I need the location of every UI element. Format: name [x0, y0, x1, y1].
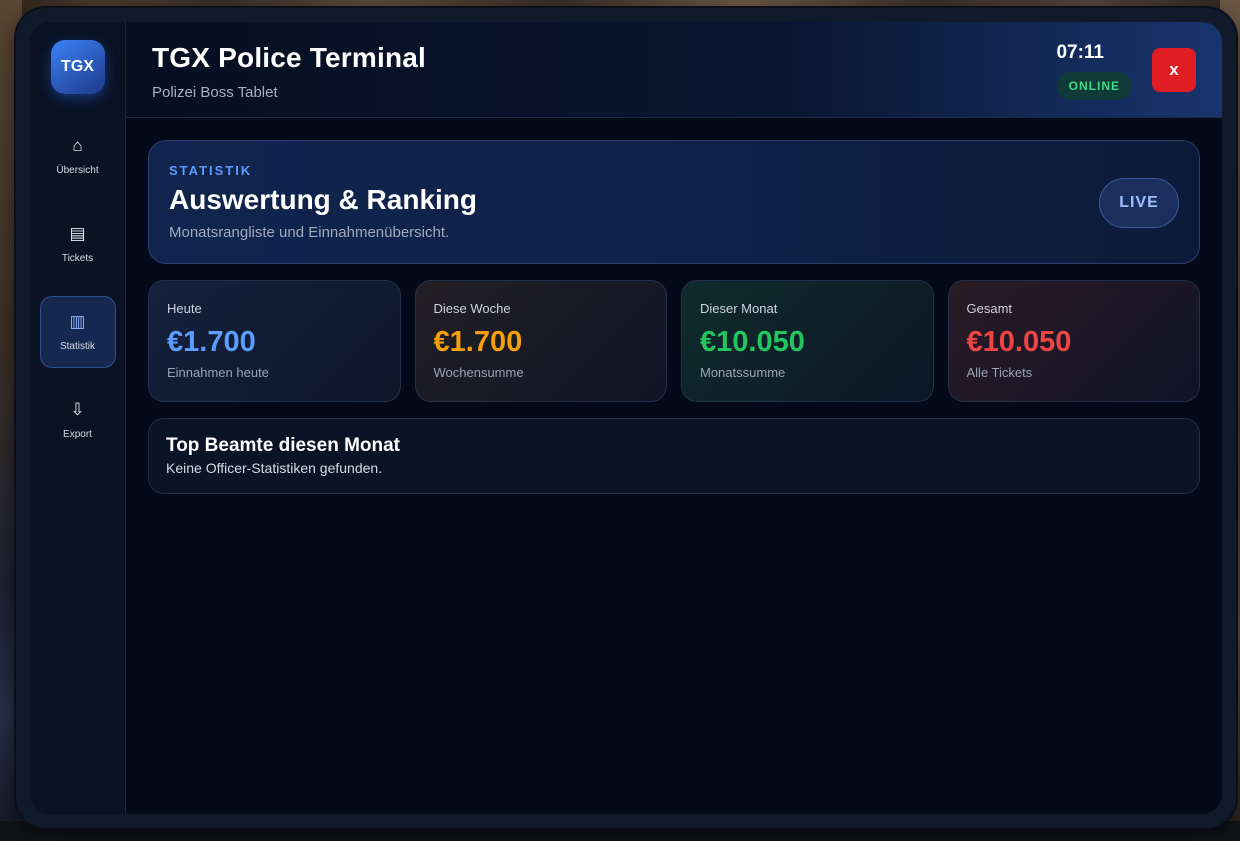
stat-value: €10.050 — [966, 326, 1072, 358]
stat-value: €10.050 — [700, 326, 805, 358]
close-button[interactable]: x — [1152, 48, 1196, 92]
sidebar-item-label: Statistik — [59, 340, 95, 352]
header: TGX Police Terminal Polizei Boss Tablet … — [126, 22, 1222, 118]
main-area: TGX Police Terminal Polizei Boss Tablet … — [126, 22, 1222, 814]
stat-value: €1.700 — [433, 326, 523, 358]
sidebar-item-export[interactable]: ⇩ Export — [40, 384, 116, 456]
stat-card-week: Diese Woche €1.700 Wochensumme — [414, 280, 667, 402]
live-badge: LIVE — [1099, 178, 1179, 228]
ranking-title: Top Beamte diesen Monat — [166, 435, 401, 456]
sidebar-item-tickets[interactable]: ▤ Tickets — [40, 208, 116, 280]
stat-label: Gesamt — [966, 301, 1013, 316]
download-icon: ⇩ — [70, 399, 85, 419]
sidebar-item-label: Export — [63, 428, 92, 440]
clock: 07:11 — [1056, 42, 1104, 63]
sidebar: TGX ⌂ Übersicht ▤ Tickets ▥ Statistik ⇩ … — [30, 22, 126, 814]
tablet-screen: TGX ⌂ Übersicht ▤ Tickets ▥ Statistik ⇩ … — [30, 22, 1222, 814]
stat-subtitle: Wochensumme — [433, 365, 524, 380]
sidebar-item-statistik[interactable]: ▥ Statistik — [39, 296, 116, 368]
stat-label: Dieser Monat — [700, 301, 778, 316]
stat-card-month: Dieser Monat €10.050 Monatssumme — [681, 280, 934, 402]
app-subtitle: Polizei Boss Tablet — [152, 84, 278, 101]
page-title: Auswertung & Ranking — [169, 184, 478, 215]
stat-subtitle: Monatssumme — [700, 365, 786, 380]
stat-label: Heute — [167, 301, 202, 316]
ranking-empty-message: Keine Officer-Statistiken gefunden. — [166, 460, 383, 476]
hero-eyebrow: STATISTIK — [169, 163, 253, 178]
content: STATISTIK Auswertung & Ranking Monatsran… — [126, 118, 1222, 516]
sidebar-item-label: Tickets — [61, 252, 94, 264]
sidebar-item-label: Übersicht — [56, 164, 99, 176]
bars-icon: ▥ — [69, 311, 86, 331]
stats-row: Heute €1.700 Einnahmen heute Diese Woche… — [148, 280, 1200, 402]
sidebar-item-uebersicht[interactable]: ⌂ Übersicht — [40, 120, 116, 192]
status-badge: ONLINE — [1056, 72, 1132, 100]
app-logo: TGX — [50, 40, 105, 94]
stat-label: Diese Woche — [433, 301, 511, 316]
hero-card: STATISTIK Auswertung & Ranking Monatsran… — [148, 140, 1200, 264]
ranking-card: Top Beamte diesen Monat Keine Officer-St… — [148, 418, 1200, 494]
app-title: TGX Police Terminal — [152, 42, 427, 73]
hero-description: Monatsrangliste und Einnahmenübersicht. — [169, 224, 450, 241]
stat-subtitle: Einnahmen heute — [167, 365, 269, 380]
stat-value: €1.700 — [167, 326, 256, 358]
list-icon: ▤ — [69, 223, 86, 243]
home-icon: ⌂ — [72, 135, 83, 155]
tablet-frame: TGX ⌂ Übersicht ▤ Tickets ▥ Statistik ⇩ … — [16, 8, 1236, 828]
stat-card-total: Gesamt €10.050 Alle Tickets — [947, 280, 1200, 402]
stat-card-today: Heute €1.700 Einnahmen heute — [148, 280, 401, 402]
stat-subtitle: Alle Tickets — [966, 365, 1033, 380]
